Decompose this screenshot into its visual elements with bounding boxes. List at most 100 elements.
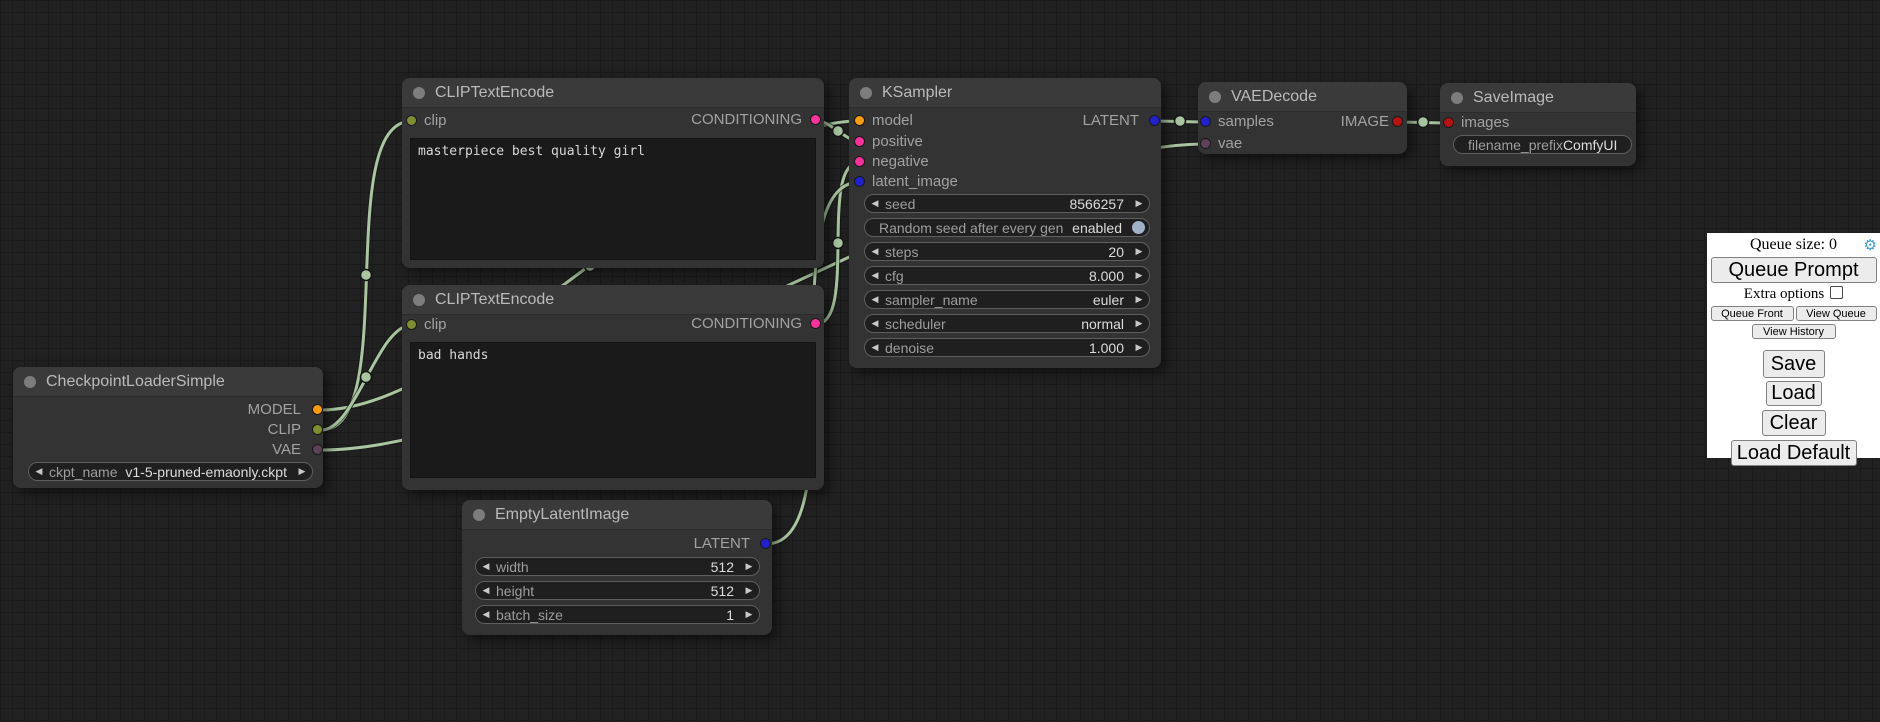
prompt-textarea[interactable]: masterpiece best quality girl [410,138,816,260]
scheduler-widget[interactable]: ◀ scheduler normal ▶ [864,314,1150,333]
widget-label: height [496,583,534,599]
height-widget[interactable]: ◀ height 512 ▶ [475,581,760,600]
input-slot-positive[interactable] [854,136,865,147]
random-seed-toggle-widget[interactable]: Random seed after every gen enabled [864,218,1150,237]
node-vae-decode[interactable]: VAEDecode samples vae IMAGE [1198,82,1407,154]
widget-label: denoise [885,340,934,356]
widget-value: 20 [918,244,1129,260]
widget-label: Random seed after every gen [879,220,1063,236]
increment-arrow-icon[interactable]: ▶ [739,609,759,620]
prompt-textarea[interactable]: bad hands [410,342,816,478]
decrement-arrow-icon[interactable]: ◀ [29,466,49,477]
view-queue-button[interactable]: View Queue [1796,306,1877,321]
widget-label: cfg [885,268,904,284]
increment-arrow-icon[interactable]: ▶ [292,466,312,477]
input-slot-samples[interactable] [1200,116,1211,127]
decrement-arrow-icon[interactable]: ◀ [476,609,496,620]
node-collapse-dot[interactable] [473,509,485,521]
increment-arrow-icon[interactable]: ▶ [1129,270,1149,281]
output-slot-latent[interactable] [1149,115,1160,126]
node-collapse-dot[interactable] [413,294,425,306]
queue-size-label: Queue size: 0 [1750,236,1837,253]
input-slot-latent-image[interactable] [854,176,865,187]
node-checkpoint-loader[interactable]: CheckpointLoaderSimple MODEL CLIP VAE ◀ … [13,367,323,488]
node-ksampler[interactable]: KSampler model positive negative latent_… [849,78,1161,368]
output-slot-conditioning[interactable] [810,318,821,329]
output-slot-vae[interactable] [312,444,323,455]
widget-label: width [496,559,529,575]
decrement-arrow-icon[interactable]: ◀ [865,294,885,305]
decrement-arrow-icon[interactable]: ◀ [865,270,885,281]
node-title: SaveImage [1473,89,1554,106]
node-collapse-dot[interactable] [24,376,36,388]
node-clip-text-encode-positive[interactable]: CLIPTextEncode clip CONDITIONING masterp… [402,78,824,268]
node-title-bar[interactable]: SaveImage [1440,83,1636,113]
node-collapse-dot[interactable] [1209,91,1221,103]
batch-size-widget[interactable]: ◀ batch_size 1 ▶ [475,605,760,624]
output-slot-image[interactable] [1392,116,1403,127]
decrement-arrow-icon[interactable]: ◀ [476,585,496,596]
toggle-enabled-dot[interactable] [1131,220,1146,235]
decrement-arrow-icon[interactable]: ◀ [865,342,885,353]
decrement-arrow-icon[interactable]: ◀ [476,561,496,572]
view-history-button[interactable]: View History [1752,324,1836,339]
input-label-positive: positive [872,132,923,152]
increment-arrow-icon[interactable]: ▶ [1129,198,1149,209]
output-label-latent: LATENT [694,534,750,554]
filename-prefix-widget[interactable]: filename_prefix ComfyUI [1453,135,1632,154]
link-midpoint-dot [1175,116,1186,127]
node-title-bar[interactable]: VAEDecode [1198,82,1407,112]
seed-widget[interactable]: ◀ seed 8566257 ▶ [864,194,1150,213]
input-slot-negative[interactable] [854,156,865,167]
widget-label: sampler_name [885,292,978,308]
node-collapse-dot[interactable] [860,87,872,99]
increment-arrow-icon[interactable]: ▶ [1129,294,1149,305]
input-slot-images[interactable] [1443,117,1454,128]
node-title-bar[interactable]: CLIPTextEncode [402,78,824,108]
decrement-arrow-icon[interactable]: ◀ [865,318,885,329]
node-empty-latent-image[interactable]: EmptyLatentImage LATENT ◀ width 512 ▶ ◀ … [462,500,772,635]
output-slot-clip[interactable] [312,424,323,435]
save-button[interactable]: Save [1763,350,1825,378]
input-label-clip: clip [424,111,447,131]
denoise-widget[interactable]: ◀ denoise 1.000 ▶ [864,338,1150,357]
steps-widget[interactable]: ◀ steps 20 ▶ [864,242,1150,261]
node-title-bar[interactable]: CLIPTextEncode [402,285,824,315]
output-slot-model[interactable] [312,404,323,415]
increment-arrow-icon[interactable]: ▶ [1129,318,1149,329]
load-button[interactable]: Load [1766,381,1822,406]
output-slot-conditioning[interactable] [810,114,821,125]
clear-button[interactable]: Clear [1762,410,1826,436]
input-slot-clip[interactable] [406,319,417,330]
node-collapse-dot[interactable] [413,87,425,99]
sampler-name-widget[interactable]: ◀ sampler_name euler ▶ [864,290,1150,309]
settings-gear-icon[interactable]: ⚙ [1864,236,1877,254]
widget-value: euler [978,292,1129,308]
extra-options-checkbox[interactable] [1830,286,1843,299]
node-title-bar[interactable]: CheckpointLoaderSimple [13,367,323,397]
width-widget[interactable]: ◀ width 512 ▶ [475,557,760,576]
queue-front-button[interactable]: Queue Front [1711,306,1794,321]
node-title: VAEDecode [1231,88,1317,105]
increment-arrow-icon[interactable]: ▶ [1129,246,1149,257]
input-slot-model[interactable] [854,115,865,126]
output-label-clip: CLIP [268,420,301,440]
increment-arrow-icon[interactable]: ▶ [739,561,759,572]
node-collapse-dot[interactable] [1451,92,1463,104]
decrement-arrow-icon[interactable]: ◀ [865,198,885,209]
widget-value: normal [946,316,1129,332]
node-clip-text-encode-negative[interactable]: CLIPTextEncode clip CONDITIONING bad han… [402,285,824,490]
output-slot-latent[interactable] [760,538,771,549]
ckpt-name-widget[interactable]: ◀ ckpt_name v1-5-pruned-emaonly.ckpt ▶ [28,462,313,481]
cfg-widget[interactable]: ◀ cfg 8.000 ▶ [864,266,1150,285]
increment-arrow-icon[interactable]: ▶ [739,585,759,596]
decrement-arrow-icon[interactable]: ◀ [865,246,885,257]
input-slot-vae[interactable] [1200,138,1211,149]
input-slot-clip[interactable] [406,115,417,126]
node-title-bar[interactable]: EmptyLatentImage [462,500,772,530]
queue-prompt-button[interactable]: Queue Prompt [1711,257,1877,283]
node-title-bar[interactable]: KSampler [849,78,1161,108]
increment-arrow-icon[interactable]: ▶ [1129,342,1149,353]
load-default-button[interactable]: Load Default [1731,440,1857,466]
node-save-image[interactable]: SaveImage images filename_prefix ComfyUI [1440,83,1636,166]
